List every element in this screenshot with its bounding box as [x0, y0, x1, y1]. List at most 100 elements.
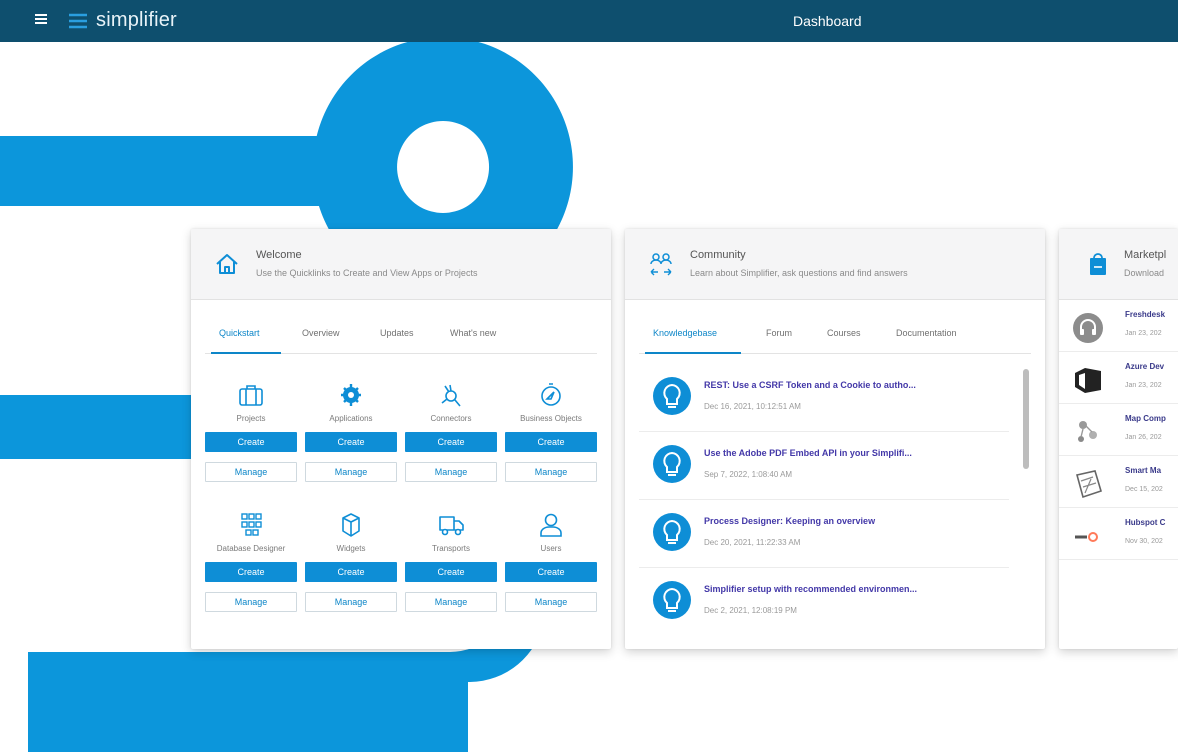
marketplace-item-date: Jan 23, 202: [1125, 330, 1162, 337]
tab-quickstart[interactable]: Quickstart: [219, 328, 260, 338]
welcome-tabs: Quickstart Overview Updates What's new: [205, 321, 597, 354]
create-application-button[interactable]: Create: [305, 432, 397, 452]
manage-business-objects-button[interactable]: Manage: [505, 462, 597, 482]
manage-databases-button[interactable]: Manage: [205, 592, 297, 612]
quickstart-transports: Transports Create Manage: [405, 504, 497, 619]
active-tab-indicator: [211, 352, 281, 354]
tab-forum[interactable]: Forum: [766, 328, 792, 338]
marketplace-card: Marketpl Download Freshdesk Jan 23, 202 …: [1059, 229, 1178, 649]
shopping-bag-icon: [1090, 253, 1106, 275]
lightbulb-icon: [653, 445, 691, 483]
marketplace-item[interactable]: Azure Dev Jan 23, 202: [1059, 353, 1178, 404]
quickstart-label: Database Designer: [216, 544, 286, 553]
create-widget-button[interactable]: Create: [305, 562, 397, 582]
plug-icon: [441, 384, 461, 407]
community-subtitle: Learn about Simplifier, ask questions an…: [690, 268, 908, 278]
article-title: Simplifier setup with recommended enviro…: [704, 584, 918, 594]
marketplace-card-header: Marketpl Download: [1059, 229, 1178, 300]
manage-users-button[interactable]: Manage: [505, 592, 597, 612]
tab-documentation[interactable]: Documentation: [896, 328, 957, 338]
marketplace-item-title: Azure Dev: [1125, 362, 1165, 371]
scrollbar-thumb[interactable]: [1023, 369, 1029, 469]
manage-widgets-button[interactable]: Manage: [305, 592, 397, 612]
quickstart-label: Applications: [329, 414, 373, 423]
truck-icon: [439, 516, 464, 536]
article-date: Dec 16, 2021, 10:12:51 AM: [704, 402, 801, 411]
marketplace-item[interactable]: Hubspot C Nov 30, 202: [1059, 509, 1178, 560]
knowledgebase-article[interactable]: Simplifier setup with recommended enviro…: [639, 571, 1009, 635]
marketplace-item-title: Smart Ma: [1125, 466, 1162, 475]
compass-icon: [541, 383, 561, 406]
community-title: Community: [690, 249, 746, 261]
quickstart-widgets: Widgets Create Manage: [305, 504, 397, 619]
lightbulb-icon: [653, 513, 691, 551]
quickstart-label: Projects: [236, 414, 266, 423]
hubspot-logo: [1075, 532, 1098, 542]
create-project-button[interactable]: Create: [205, 432, 297, 452]
user-icon: [540, 513, 562, 537]
azure-devops-logo: [1075, 368, 1101, 393]
brand-name: simplifier: [96, 9, 177, 31]
simplifier-logo-icon: [69, 13, 87, 29]
community-card-header: Community Learn about Simplifier, ask qu…: [625, 229, 1045, 300]
background-stripe-middle: [0, 395, 200, 459]
create-connector-button[interactable]: Create: [405, 432, 497, 452]
marketplace-item[interactable]: Smart Ma Dec 15, 202: [1059, 457, 1178, 508]
quickstart-database-designer: Database Designer Create Manage: [205, 504, 297, 619]
quickstart-label: Connectors: [430, 414, 472, 423]
quickstart-business-objects: Business Objects Create Manage: [505, 374, 597, 489]
home-icon: [216, 254, 238, 274]
manage-applications-button[interactable]: Manage: [305, 462, 397, 482]
briefcase-icon: [239, 385, 263, 406]
freshdesk-logo: [1073, 313, 1103, 343]
create-user-button[interactable]: Create: [505, 562, 597, 582]
lightbulb-icon: [653, 581, 691, 619]
quickstart-label: Users: [540, 544, 562, 553]
marketplace-item-date: Dec 15, 202: [1125, 486, 1163, 493]
page-title: Dashboard: [793, 13, 862, 29]
knowledgebase-article[interactable]: REST: Use a CSRF Token and a Cookie to a…: [639, 367, 1009, 432]
knowledgebase-article[interactable]: Use the Adobe PDF Embed API in your Simp…: [639, 435, 1009, 500]
welcome-card: Welcome Use the Quicklinks to Create and…: [191, 229, 611, 649]
database-icon: [241, 513, 262, 536]
knowledgebase-article[interactable]: Process Designer: Keeping an overview De…: [639, 503, 1009, 568]
article-date: Dec 20, 2021, 11:22:33 AM: [704, 538, 801, 547]
tab-whats-new[interactable]: What's new: [450, 328, 496, 338]
marketplace-item[interactable]: Freshdesk Jan 23, 202: [1059, 301, 1178, 352]
tab-overview[interactable]: Overview: [302, 328, 340, 338]
marketplace-item-date: Jan 26, 202: [1125, 434, 1162, 441]
create-database-button[interactable]: Create: [205, 562, 297, 582]
marketplace-item-date: Nov 30, 202: [1125, 538, 1163, 545]
tab-courses[interactable]: Courses: [827, 328, 861, 338]
hamburger-menu-icon[interactable]: [35, 14, 47, 24]
map-component-logo: [1078, 421, 1097, 442]
gear-icon: [341, 384, 361, 406]
create-business-object-button[interactable]: Create: [505, 432, 597, 452]
manage-transports-button[interactable]: Manage: [405, 592, 497, 612]
marketplace-item-title: Map Comp: [1125, 414, 1166, 423]
welcome-title: Welcome: [256, 249, 302, 261]
community-card: Community Learn about Simplifier, ask qu…: [625, 229, 1045, 649]
quickstart-applications: Applications Create Manage: [305, 374, 397, 489]
marketplace-subtitle: Download: [1124, 268, 1165, 278]
create-transport-button[interactable]: Create: [405, 562, 497, 582]
marketplace-item[interactable]: Map Comp Jan 26, 202: [1059, 405, 1178, 456]
knowledgebase-list: REST: Use a CSRF Token and a Cookie to a…: [639, 367, 1019, 639]
article-title: Process Designer: Keeping an overview: [704, 516, 876, 526]
article-date: Sep 7, 2022, 1:08:40 AM: [704, 470, 793, 479]
article-title: Use the Adobe PDF Embed API in your Simp…: [704, 448, 912, 458]
quickstart-projects: Projects Create Manage: [205, 374, 297, 489]
quickstart-label: Transports: [432, 544, 470, 553]
article-date: Dec 2, 2021, 12:08:19 PM: [704, 606, 797, 615]
quickstart-label: Widgets: [336, 544, 366, 553]
tab-knowledgebase[interactable]: Knowledgebase: [653, 328, 717, 338]
tab-updates[interactable]: Updates: [380, 328, 414, 338]
marketplace-item-title: Hubspot C: [1125, 518, 1166, 527]
cube-icon: [342, 513, 360, 537]
manage-projects-button[interactable]: Manage: [205, 462, 297, 482]
marketplace-title: Marketpl: [1124, 249, 1167, 261]
active-tab-indicator: [645, 352, 741, 354]
manage-connectors-button[interactable]: Manage: [405, 462, 497, 482]
smart-map-logo: [1076, 470, 1102, 499]
marketplace-item-title: Freshdesk: [1125, 310, 1166, 319]
